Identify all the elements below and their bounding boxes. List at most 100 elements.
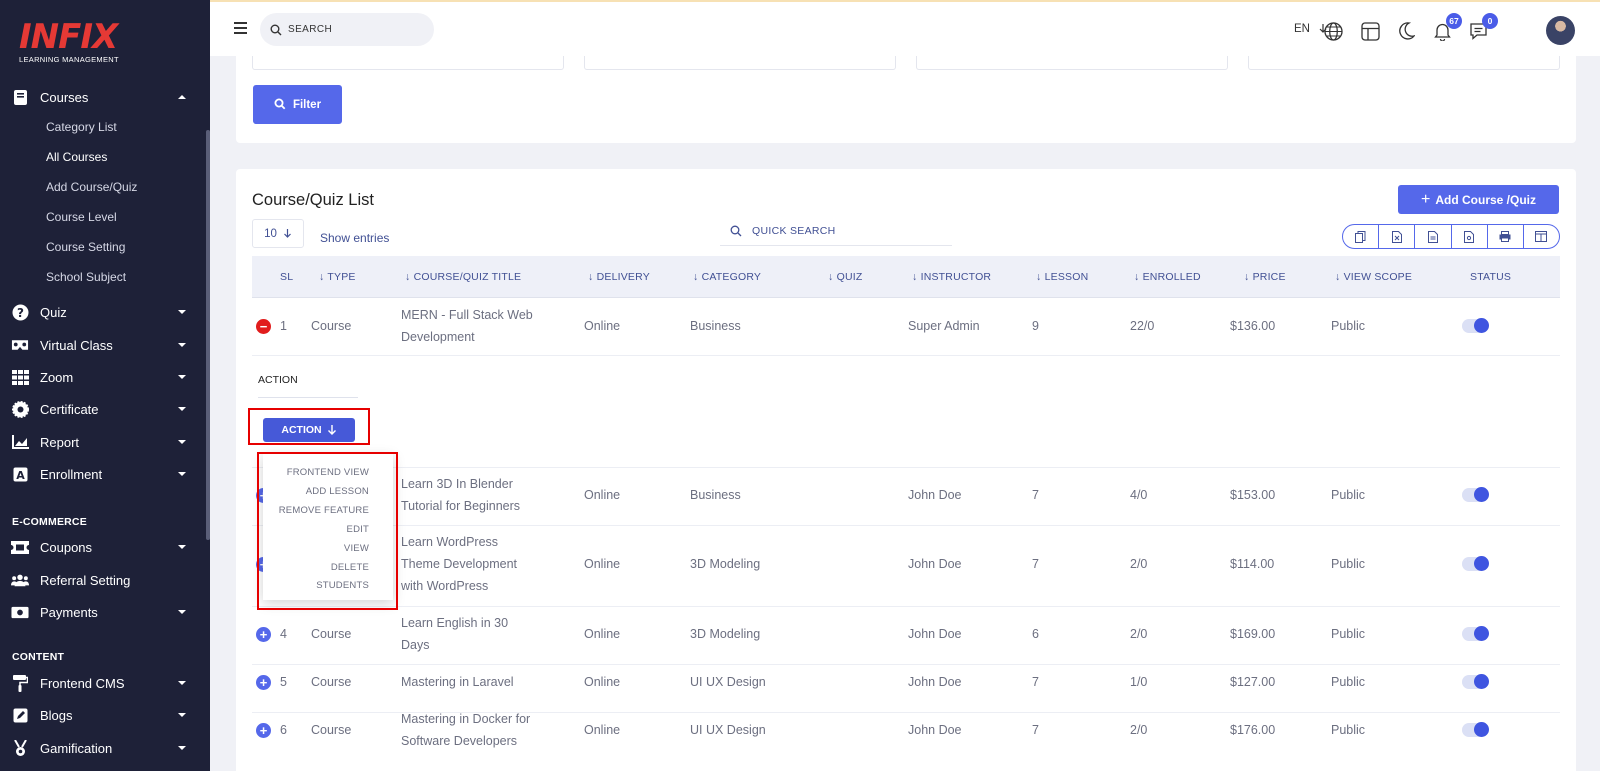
sidebar-item-gamification[interactable]: Gamification	[0, 734, 206, 762]
plus-icon: +	[1420, 190, 1431, 208]
row-title[interactable]: Mastering in Docker for Software Develope…	[401, 708, 530, 752]
column-header-enrolled[interactable]: ↓ ENROLLED	[1134, 271, 1201, 283]
sidebar-sub-all-courses[interactable]: All Courses	[46, 150, 107, 164]
sidebar-item-enrollment[interactable]: A Enrollment	[0, 460, 206, 488]
sidebar-section-ecommerce: E-COMMERCE	[12, 516, 87, 528]
column-header-instructor[interactable]: ↓ INSTRUCTOR	[912, 271, 991, 283]
column-header-status[interactable]: STATUS	[1470, 271, 1511, 283]
status-toggle[interactable]	[1462, 674, 1489, 689]
chat-icon[interactable]: 0	[1467, 13, 1498, 42]
logo-mark: INFIX	[19, 17, 118, 57]
column-header-category[interactable]: ↓ CATEGORY	[693, 271, 761, 283]
search-input[interactable]: SEARCH	[260, 13, 434, 46]
column-header-delivery[interactable]: ↓ DELIVERY	[588, 271, 650, 283]
filter-button[interactable]: Filter	[253, 85, 342, 124]
arrow-down-icon	[277, 228, 292, 240]
column-header-quiz[interactable]: ↓ QUIZ	[828, 271, 862, 283]
filter-select-category[interactable]	[252, 56, 564, 70]
row-category: 3D Modeling	[690, 627, 761, 641]
row-title[interactable]: Learn WordPress Theme Development with Wor…	[401, 531, 517, 597]
column-header-label: COURSE/QUIZ TITLE	[413, 271, 522, 283]
collapse-row-button[interactable]: −	[256, 319, 271, 334]
column-header-title[interactable]: ↓ COURSE/QUIZ TITLE	[405, 271, 521, 283]
row-lesson: 7	[1032, 557, 1039, 571]
chevron-up-icon	[178, 95, 186, 99]
entries-select[interactable]: 10	[252, 219, 304, 248]
bell-icon[interactable]: 67	[1431, 13, 1462, 42]
sidebar-item-payments[interactable]: Payments	[0, 598, 206, 626]
row-title[interactable]: MERN - Full Stack Web Development	[401, 304, 533, 348]
row-title[interactable]: Learn 3D In Blender Tutorial for Beginner…	[401, 473, 520, 517]
filter-select-status[interactable]	[1248, 56, 1560, 70]
sidebar-item-frontend-cms[interactable]: Frontend CMS	[0, 669, 206, 697]
menu-icon[interactable]	[234, 22, 247, 37]
status-toggle[interactable]	[1462, 722, 1489, 737]
quick-search-input[interactable]: QUICK SEARCH	[720, 217, 952, 246]
chevron-down-icon	[178, 440, 186, 444]
grid-icon	[11, 368, 29, 386]
column-header-price[interactable]: ↓ PRICE	[1244, 271, 1286, 283]
add-course-button[interactable]: + Add Course /Quiz	[1398, 185, 1559, 214]
sidebar-item-certificate[interactable]: Certificate	[0, 395, 206, 423]
column-header-label: PRICE	[1252, 271, 1286, 283]
sidebar-item-virtual-class[interactable]: Virtual Class	[0, 331, 206, 359]
column-header-type[interactable]: ↓ TYPE	[319, 271, 356, 283]
sidebar-sub-course-level[interactable]: Course Level	[46, 210, 117, 224]
row-divider	[252, 525, 1560, 526]
column-header-lesson[interactable]: ↓ LESSON	[1036, 271, 1088, 283]
status-toggle[interactable]	[1462, 626, 1489, 641]
avatar[interactable]	[1546, 16, 1575, 45]
chevron-down-icon	[178, 343, 186, 347]
sidebar: INFIX LEARNING MANAGEMENT Courses Catego…	[0, 0, 210, 771]
sidebar-sub-category-list[interactable]: Category List	[46, 120, 117, 134]
csv-icon[interactable]	[1415, 225, 1452, 248]
sidebar-sub-add-course[interactable]: Add Course/Quiz	[46, 180, 137, 194]
status-toggle[interactable]	[1462, 487, 1489, 502]
layout-icon[interactable]	[1359, 20, 1381, 42]
globe-icon[interactable]	[1322, 20, 1344, 42]
expand-row-button[interactable]: +	[256, 627, 271, 642]
app-logo[interactable]: INFIX LEARNING MANAGEMENT	[19, 20, 119, 64]
sidebar-item-referral-setting[interactable]: Referral Setting	[0, 566, 206, 594]
filter-select-instructor[interactable]	[916, 56, 1228, 70]
expand-row-button[interactable]: +	[256, 675, 271, 690]
sidebar-item-report[interactable]: Report	[0, 428, 206, 456]
sidebar-item-quiz[interactable]: ? Quiz	[0, 298, 206, 326]
status-toggle[interactable]	[1462, 556, 1489, 571]
toggle-knob	[1474, 318, 1489, 333]
pdf-icon[interactable]	[1452, 225, 1488, 248]
filter-select-type[interactable]	[584, 56, 896, 70]
moon-icon[interactable]	[1395, 20, 1417, 42]
search-placeholder: SEARCH	[288, 24, 333, 35]
sidebar-item-courses[interactable]: Courses	[0, 83, 206, 111]
row-title[interactable]: Learn English in 30 Days	[401, 612, 508, 656]
sidebar-item-zoom[interactable]: Zoom	[0, 363, 206, 391]
sidebar-sub-course-setting[interactable]: Course Setting	[46, 240, 125, 254]
excel-icon[interactable]	[1379, 225, 1416, 248]
status-toggle[interactable]	[1462, 318, 1489, 333]
action-column-label: ACTION	[258, 374, 298, 386]
sidebar-item-label: Frontend CMS	[40, 675, 125, 691]
row-title[interactable]: Mastering in Laravel	[401, 671, 514, 693]
columns-icon[interactable]	[1524, 225, 1559, 248]
row-scope: Public	[1331, 557, 1366, 571]
sidebar-section-content: CONTENT	[12, 651, 65, 663]
sidebar-item-coupons[interactable]: Coupons	[0, 533, 206, 561]
print-icon[interactable]	[1488, 225, 1524, 248]
row-price: $153.00	[1230, 488, 1276, 502]
filter-card: Filter	[236, 56, 1576, 143]
row-enrolled: 4/0	[1130, 488, 1148, 502]
row-type: Course	[311, 319, 352, 333]
column-header-sl[interactable]: SL	[280, 271, 293, 283]
row-title-line: MERN - Full Stack Web	[401, 308, 533, 322]
sidebar-scrollbar[interactable]	[206, 130, 210, 540]
sidebar-sub-school-subject[interactable]: School Subject	[46, 270, 126, 284]
row-price: $169.00	[1230, 627, 1276, 641]
column-header-view-scope[interactable]: ↓ VIEW SCOPE	[1335, 271, 1412, 283]
book-icon	[11, 88, 29, 106]
copy-icon[interactable]	[1343, 225, 1380, 248]
sidebar-item-blogs[interactable]: Blogs	[0, 701, 206, 729]
row-enrolled: 2/0	[1130, 723, 1148, 737]
row-instructor: John Doe	[908, 723, 962, 737]
expand-row-button[interactable]: +	[256, 723, 271, 738]
